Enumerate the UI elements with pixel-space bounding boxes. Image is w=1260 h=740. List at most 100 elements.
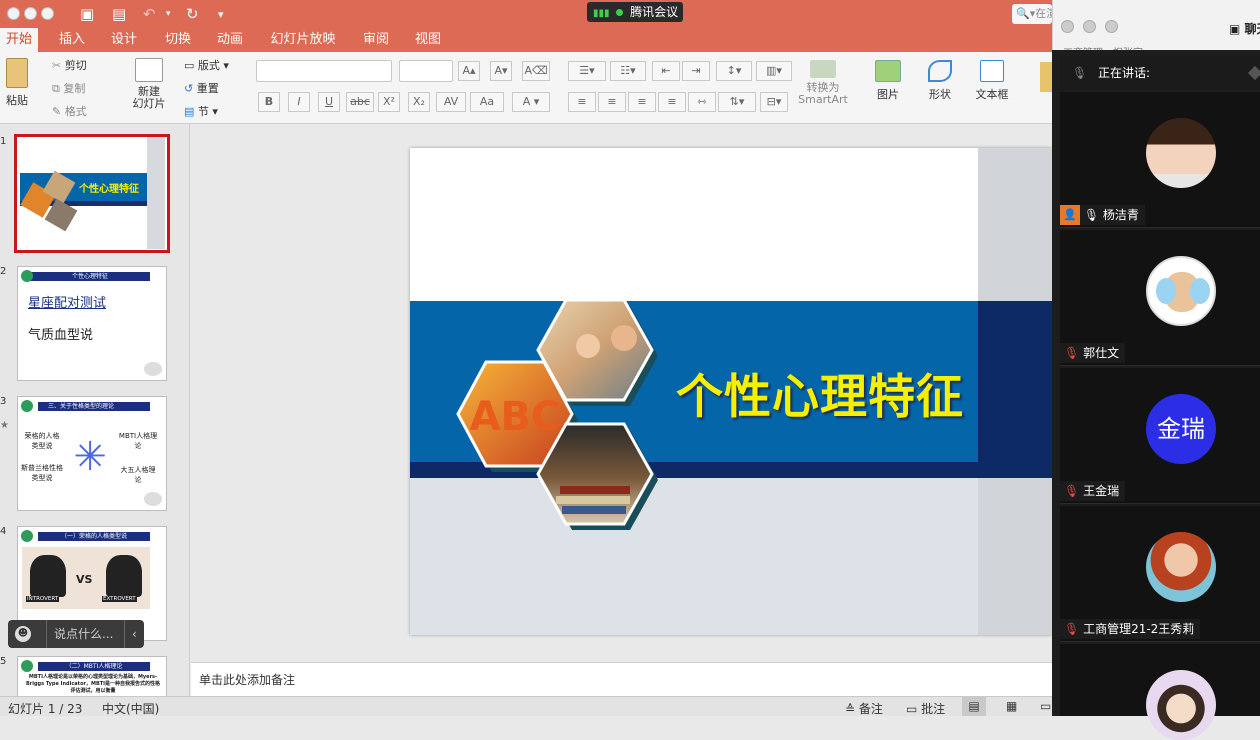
speaking-bar: 🎙 正在讲话: [1060, 56, 1260, 90]
green-dot-icon [616, 9, 624, 16]
font-color-icon[interactable]: A ▾ [512, 92, 550, 112]
format-painter-button[interactable]: ✎ 格式 [52, 103, 87, 119]
participant-tile[interactable]: 🎙 郭仕文 [1060, 230, 1260, 366]
tab-view[interactable]: 视图 [408, 28, 448, 52]
picture-button[interactable]: 图片 [866, 60, 910, 102]
decrease-indent-icon[interactable]: ⇤ [652, 61, 680, 81]
slide-sorter-icon[interactable]: ▦ [1006, 699, 1017, 713]
tab-home[interactable]: 开始 [0, 28, 38, 52]
convert-smartart-button[interactable]: 转换为 SmartArt [798, 60, 848, 106]
bullets-icon[interactable]: ☰▾ [568, 61, 606, 81]
tab-animations[interactable]: 动画 [210, 28, 250, 52]
increase-font-icon[interactable]: A▴ [458, 61, 480, 81]
thumb-label-left: INTROVERT [26, 596, 60, 602]
subscript-button[interactable]: X₂ [408, 92, 430, 112]
close-window-button[interactable] [1061, 20, 1074, 33]
meeting-indicator[interactable]: ▮▮▮ 腾讯会议 [587, 2, 683, 22]
slide-number: 4 [0, 526, 7, 537]
tab-insert[interactable]: 插入 [52, 28, 92, 52]
reset-icon: ↺ [184, 82, 197, 95]
decrease-font-icon[interactable]: A▾ [490, 61, 512, 81]
search-field[interactable]: 🔍▾在演示文稿中搜索 [1012, 4, 1052, 24]
section-button[interactable]: ▤ 节 ▾ [184, 103, 218, 119]
tab-transitions[interactable]: 切换 [158, 28, 198, 52]
slide-title[interactable]: 个性心理特征 [676, 358, 964, 427]
main-slide[interactable]: ABC 个性心理特征 [410, 148, 1052, 635]
clipboard-icon [6, 58, 28, 88]
numbering-icon[interactable]: ☷▾ [610, 61, 646, 81]
char-spacing-icon[interactable]: AV [436, 92, 466, 112]
line-spacing-icon[interactable]: ↕▾ [716, 61, 752, 81]
textbox-button[interactable]: 文本框 [970, 60, 1014, 102]
slide-thumbnail-2[interactable]: 个性心理特征 星座配对测试 气质血型说 [17, 266, 167, 381]
redo-icon[interactable]: ↻ [186, 5, 199, 23]
zoom-window-button[interactable] [41, 7, 54, 20]
justify-icon[interactable]: ≡ [658, 92, 686, 112]
customize-toolbar-icon[interactable]: ▾ [218, 8, 224, 21]
font-name-select[interactable] [256, 60, 392, 82]
new-slide-button[interactable]: 新建 幻灯片 [128, 58, 170, 110]
collapse-chevron-icon[interactable]: ‹ [132, 620, 137, 648]
expand-icon[interactable] [1247, 65, 1260, 81]
slide-right-banner [978, 301, 1052, 462]
columns-icon[interactable]: ▥▾ [756, 61, 792, 81]
reading-view-icon[interactable]: ▭ [1040, 699, 1051, 713]
normal-view-icon[interactable]: ▤ [962, 697, 986, 716]
slide-thumbnail-3[interactable]: 三、关于性格类型的理论 荣格的人格类型说 MBTI人格理论 斯普兰格性格类型说 … [17, 396, 167, 511]
align-text-icon[interactable]: ⊟▾ [760, 92, 788, 112]
font-size-select[interactable] [399, 60, 453, 82]
mic-muted-icon: 🎙 [1064, 484, 1080, 498]
comments-toggle-button[interactable]: ▭ 批注 [906, 700, 945, 717]
shape-button[interactable]: 形状 [918, 60, 962, 102]
slide-thumbnail-5[interactable]: （二）MBTI人格理论 MBTI人格理论是以荣格的心理类型理论为基础，Myers… [17, 656, 167, 696]
save-icon[interactable]: ▤ [112, 5, 126, 23]
tab-slideshow[interactable]: 幻灯片放映 [264, 28, 342, 52]
underline-button[interactable]: U [318, 92, 340, 112]
text-direction-icon[interactable]: ⇅▾ [718, 92, 756, 112]
strikethrough-button[interactable]: abc [346, 92, 374, 112]
cut-button[interactable]: ✂ 剪切 [52, 57, 87, 73]
status-bar: 幻灯片 1 / 23 中文(中国) ≙ 备注 ▭ 批注 ▤ ▦ ▭ [0, 696, 1058, 716]
emoji-icon[interactable]: ☻ [15, 626, 31, 642]
notes-pane[interactable]: 单击此处添加备注 [191, 662, 1058, 696]
increase-indent-icon[interactable]: ⇥ [682, 61, 710, 81]
undo-dropdown-icon[interactable]: ▾ [166, 9, 171, 19]
superscript-button[interactable]: X² [378, 92, 400, 112]
align-right-icon[interactable]: ≡ [628, 92, 656, 112]
slide-number: 3 [0, 396, 7, 407]
book-stack [562, 506, 626, 514]
clear-format-icon[interactable]: A⌫ [522, 61, 550, 81]
undo-icon[interactable]: ↶ [143, 5, 156, 23]
slide-thumbnail-panel[interactable]: 1 个性心理特征 2 个性心理特征 星座配对测试 气质血型说 3 ★ 三、关于性… [0, 124, 190, 696]
align-left-icon[interactable]: ≡ [568, 92, 596, 112]
wing-icon [1156, 278, 1176, 304]
participant-tile[interactable]: 🎙 工商管理21-2王秀莉 [1060, 506, 1260, 642]
participant-tile[interactable]: 👤 🎙 杨洁青 [1060, 92, 1260, 228]
slide-thumbnail-1[interactable]: 个性心理特征 [14, 134, 170, 253]
copy-button[interactable]: ⧉ 复制 [52, 80, 85, 96]
bold-button[interactable]: B [258, 92, 280, 112]
zoom-window-button[interactable] [1105, 20, 1118, 33]
chat-tab[interactable]: ▣ 聊天 [1229, 20, 1260, 37]
distribute-icon[interactable]: ⇿ [688, 92, 716, 112]
close-window-button[interactable] [7, 7, 20, 20]
layout-button[interactable]: ▭ 版式 ▾ [184, 57, 229, 73]
reset-button[interactable]: ↺ 重置 [184, 80, 219, 96]
thumb-header: （一）荣格的人格类型说 [38, 532, 150, 541]
ribbon-overflow-icon[interactable] [1040, 62, 1052, 92]
scissors-icon: ✂ [52, 59, 65, 72]
change-case-icon[interactable]: Aa [470, 92, 504, 112]
participant-tile[interactable]: 金瑞 🎙 王金瑞 [1060, 368, 1260, 504]
chat-input-bar[interactable]: ☻ 说点什么... ‹ [8, 620, 144, 648]
align-center-icon[interactable]: ≡ [598, 92, 626, 112]
participant-tile[interactable] [1060, 644, 1260, 740]
notes-toggle-button[interactable]: ≙ 备注 [845, 700, 883, 717]
paste-button[interactable]: 粘贴 [2, 58, 32, 108]
italic-button[interactable]: I [288, 92, 310, 112]
tab-review[interactable]: 审阅 [356, 28, 396, 52]
minimize-window-button[interactable] [1083, 20, 1096, 33]
sidebar-toggle-icon[interactable]: ▣ [80, 5, 94, 23]
minimize-window-button[interactable] [24, 7, 37, 20]
language-indicator[interactable]: 中文(中国) [102, 700, 159, 717]
tab-design[interactable]: 设计 [104, 28, 144, 52]
